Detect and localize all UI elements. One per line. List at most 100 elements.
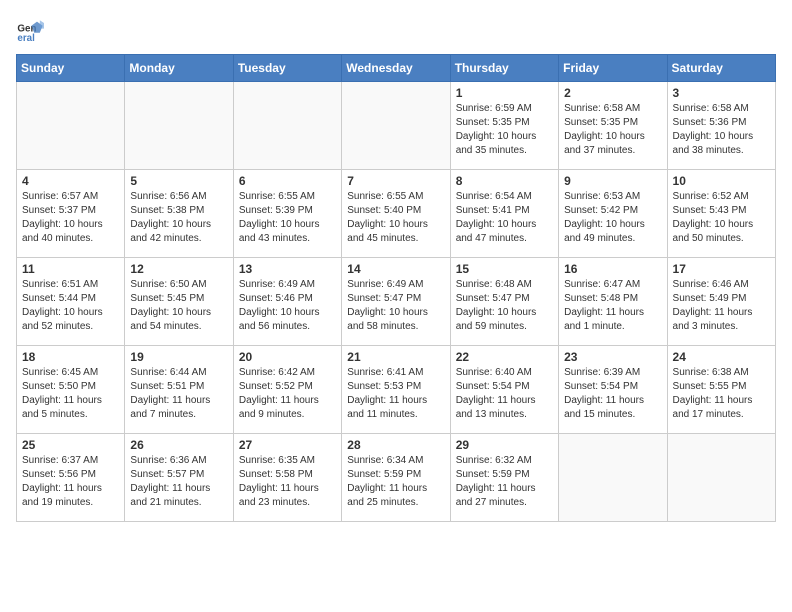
calendar-cell: 7 Sunrise: 6:55 AM Sunset: 5:40 PM Daylig… <box>342 170 450 258</box>
calendar-cell: 5 Sunrise: 6:56 AM Sunset: 5:38 PM Daylig… <box>125 170 233 258</box>
day-info: Sunrise: 6:56 AM Sunset: 5:38 PM Dayligh… <box>130 190 227 246</box>
day-info: Sunrise: 6:48 AM Sunset: 5:47 PM Dayligh… <box>456 278 553 334</box>
calendar-cell: 14 Sunrise: 6:49 AM Sunset: 5:47 PM Dayli… <box>342 258 450 346</box>
day-number: 2 <box>564 86 661 100</box>
logo: Gen eral <box>16 16 48 44</box>
calendar-cell: 26 Sunrise: 6:36 AM Sunset: 5:57 PM Dayli… <box>125 434 233 522</box>
header-wednesday: Wednesday <box>342 55 450 82</box>
day-info: Sunrise: 6:32 AM Sunset: 5:59 PM Dayligh… <box>456 454 553 510</box>
day-info: Sunrise: 6:50 AM Sunset: 5:45 PM Dayligh… <box>130 278 227 334</box>
calendar-cell <box>667 434 775 522</box>
calendar-cell: 22 Sunrise: 6:40 AM Sunset: 5:54 PM Dayli… <box>450 346 558 434</box>
day-number: 24 <box>673 350 770 364</box>
calendar-cell: 8 Sunrise: 6:54 AM Sunset: 5:41 PM Daylig… <box>450 170 558 258</box>
day-info: Sunrise: 6:59 AM Sunset: 5:35 PM Dayligh… <box>456 102 553 158</box>
day-number: 29 <box>456 438 553 452</box>
day-number: 15 <box>456 262 553 276</box>
calendar-cell: 2 Sunrise: 6:58 AM Sunset: 5:35 PM Daylig… <box>559 82 667 170</box>
week-row-5: 25 Sunrise: 6:37 AM Sunset: 5:56 PM Dayli… <box>17 434 776 522</box>
week-row-3: 11 Sunrise: 6:51 AM Sunset: 5:44 PM Dayli… <box>17 258 776 346</box>
day-number: 4 <box>22 174 119 188</box>
day-number: 16 <box>564 262 661 276</box>
day-number: 8 <box>456 174 553 188</box>
calendar-cell: 12 Sunrise: 6:50 AM Sunset: 5:45 PM Dayli… <box>125 258 233 346</box>
calendar-cell: 19Sunrise: 6:44 AM Sunset: 5:51 PM Dayli… <box>125 346 233 434</box>
calendar-cell: 17Sunrise: 6:46 AM Sunset: 5:49 PM Dayli… <box>667 258 775 346</box>
header-sunday: Sunday <box>17 55 125 82</box>
day-info: Sunrise: 6:54 AM Sunset: 5:41 PM Dayligh… <box>456 190 553 246</box>
calendar-cell <box>559 434 667 522</box>
week-row-4: 18 Sunrise: 6:45 AM Sunset: 5:50 PM Dayli… <box>17 346 776 434</box>
day-number: 26 <box>130 438 227 452</box>
calendar-header-row: SundayMondayTuesdayWednesdayThursdayFrid… <box>17 55 776 82</box>
calendar-body: 1Sunrise: 6:59 AM Sunset: 5:35 PM Daylig… <box>17 82 776 522</box>
svg-text:eral: eral <box>17 33 35 44</box>
day-info: Sunrise: 6:40 AM Sunset: 5:54 PM Dayligh… <box>456 366 553 422</box>
logo-icon: Gen eral <box>16 16 44 44</box>
calendar-cell <box>17 82 125 170</box>
day-number: 6 <box>239 174 336 188</box>
day-info: Sunrise: 6:35 AM Sunset: 5:58 PM Dayligh… <box>239 454 336 510</box>
calendar-cell: 27 Sunrise: 6:35 AM Sunset: 5:58 PM Dayli… <box>233 434 341 522</box>
day-number: 25 <box>22 438 119 452</box>
day-info: Sunrise: 6:38 AM Sunset: 5:55 PM Dayligh… <box>673 366 770 422</box>
day-info: Sunrise: 6:51 AM Sunset: 5:44 PM Dayligh… <box>22 278 119 334</box>
day-number: 28 <box>347 438 444 452</box>
day-number: 20 <box>239 350 336 364</box>
day-info: Sunrise: 6:47 AM Sunset: 5:48 PM Dayligh… <box>564 278 661 334</box>
header-tuesday: Tuesday <box>233 55 341 82</box>
header-friday: Friday <box>559 55 667 82</box>
day-info: Sunrise: 6:49 AM Sunset: 5:46 PM Dayligh… <box>239 278 336 334</box>
day-info: Sunrise: 6:39 AM Sunset: 5:54 PM Dayligh… <box>564 366 661 422</box>
calendar-cell: 29 Sunrise: 6:32 AM Sunset: 5:59 PM Dayli… <box>450 434 558 522</box>
day-number: 18 <box>22 350 119 364</box>
day-info: Sunrise: 6:57 AM Sunset: 5:37 PM Dayligh… <box>22 190 119 246</box>
day-info: Sunrise: 6:36 AM Sunset: 5:57 PM Dayligh… <box>130 454 227 510</box>
day-number: 21 <box>347 350 444 364</box>
header-saturday: Saturday <box>667 55 775 82</box>
calendar-cell: 28 Sunrise: 6:34 AM Sunset: 5:59 PM Dayli… <box>342 434 450 522</box>
day-info: Sunrise: 6:41 AM Sunset: 5:53 PM Dayligh… <box>347 366 444 422</box>
day-info: Sunrise: 6:45 AM Sunset: 5:50 PM Dayligh… <box>22 366 119 422</box>
calendar-cell: 9 Sunrise: 6:53 AM Sunset: 5:42 PM Daylig… <box>559 170 667 258</box>
day-number: 23 <box>564 350 661 364</box>
calendar-cell: 23 Sunrise: 6:39 AM Sunset: 5:54 PM Dayli… <box>559 346 667 434</box>
day-info: Sunrise: 6:37 AM Sunset: 5:56 PM Dayligh… <box>22 454 119 510</box>
day-info: Sunrise: 6:46 AM Sunset: 5:49 PM Dayligh… <box>673 278 770 334</box>
calendar-cell: 18 Sunrise: 6:45 AM Sunset: 5:50 PM Dayli… <box>17 346 125 434</box>
calendar-cell: 16 Sunrise: 6:47 AM Sunset: 5:48 PM Dayli… <box>559 258 667 346</box>
day-number: 3 <box>673 86 770 100</box>
day-number: 19 <box>130 350 227 364</box>
day-info: Sunrise: 6:49 AM Sunset: 5:47 PM Dayligh… <box>347 278 444 334</box>
calendar-cell <box>125 82 233 170</box>
calendar-cell <box>342 82 450 170</box>
calendar-cell: 1Sunrise: 6:59 AM Sunset: 5:35 PM Daylig… <box>450 82 558 170</box>
day-info: Sunrise: 6:55 AM Sunset: 5:39 PM Dayligh… <box>239 190 336 246</box>
day-info: Sunrise: 6:58 AM Sunset: 5:35 PM Dayligh… <box>564 102 661 158</box>
week-row-2: 4 Sunrise: 6:57 AM Sunset: 5:37 PM Daylig… <box>17 170 776 258</box>
calendar-cell <box>233 82 341 170</box>
header-monday: Monday <box>125 55 233 82</box>
day-number: 22 <box>456 350 553 364</box>
day-number: 7 <box>347 174 444 188</box>
day-number: 5 <box>130 174 227 188</box>
calendar-cell: 4 Sunrise: 6:57 AM Sunset: 5:37 PM Daylig… <box>17 170 125 258</box>
day-info: Sunrise: 6:53 AM Sunset: 5:42 PM Dayligh… <box>564 190 661 246</box>
day-number: 12 <box>130 262 227 276</box>
day-number: 9 <box>564 174 661 188</box>
header-thursday: Thursday <box>450 55 558 82</box>
calendar-cell: 25 Sunrise: 6:37 AM Sunset: 5:56 PM Dayli… <box>17 434 125 522</box>
calendar-cell: 6 Sunrise: 6:55 AM Sunset: 5:39 PM Daylig… <box>233 170 341 258</box>
day-info: Sunrise: 6:42 AM Sunset: 5:52 PM Dayligh… <box>239 366 336 422</box>
day-info: Sunrise: 6:34 AM Sunset: 5:59 PM Dayligh… <box>347 454 444 510</box>
week-row-1: 1Sunrise: 6:59 AM Sunset: 5:35 PM Daylig… <box>17 82 776 170</box>
day-number: 11 <box>22 262 119 276</box>
day-info: Sunrise: 6:55 AM Sunset: 5:40 PM Dayligh… <box>347 190 444 246</box>
calendar-cell: 20 Sunrise: 6:42 AM Sunset: 5:52 PM Dayli… <box>233 346 341 434</box>
calendar-cell: 3 Sunrise: 6:58 AM Sunset: 5:36 PM Daylig… <box>667 82 775 170</box>
day-number: 27 <box>239 438 336 452</box>
day-info: Sunrise: 6:58 AM Sunset: 5:36 PM Dayligh… <box>673 102 770 158</box>
day-number: 10 <box>673 174 770 188</box>
day-number: 14 <box>347 262 444 276</box>
calendar-cell: 24 Sunrise: 6:38 AM Sunset: 5:55 PM Dayli… <box>667 346 775 434</box>
